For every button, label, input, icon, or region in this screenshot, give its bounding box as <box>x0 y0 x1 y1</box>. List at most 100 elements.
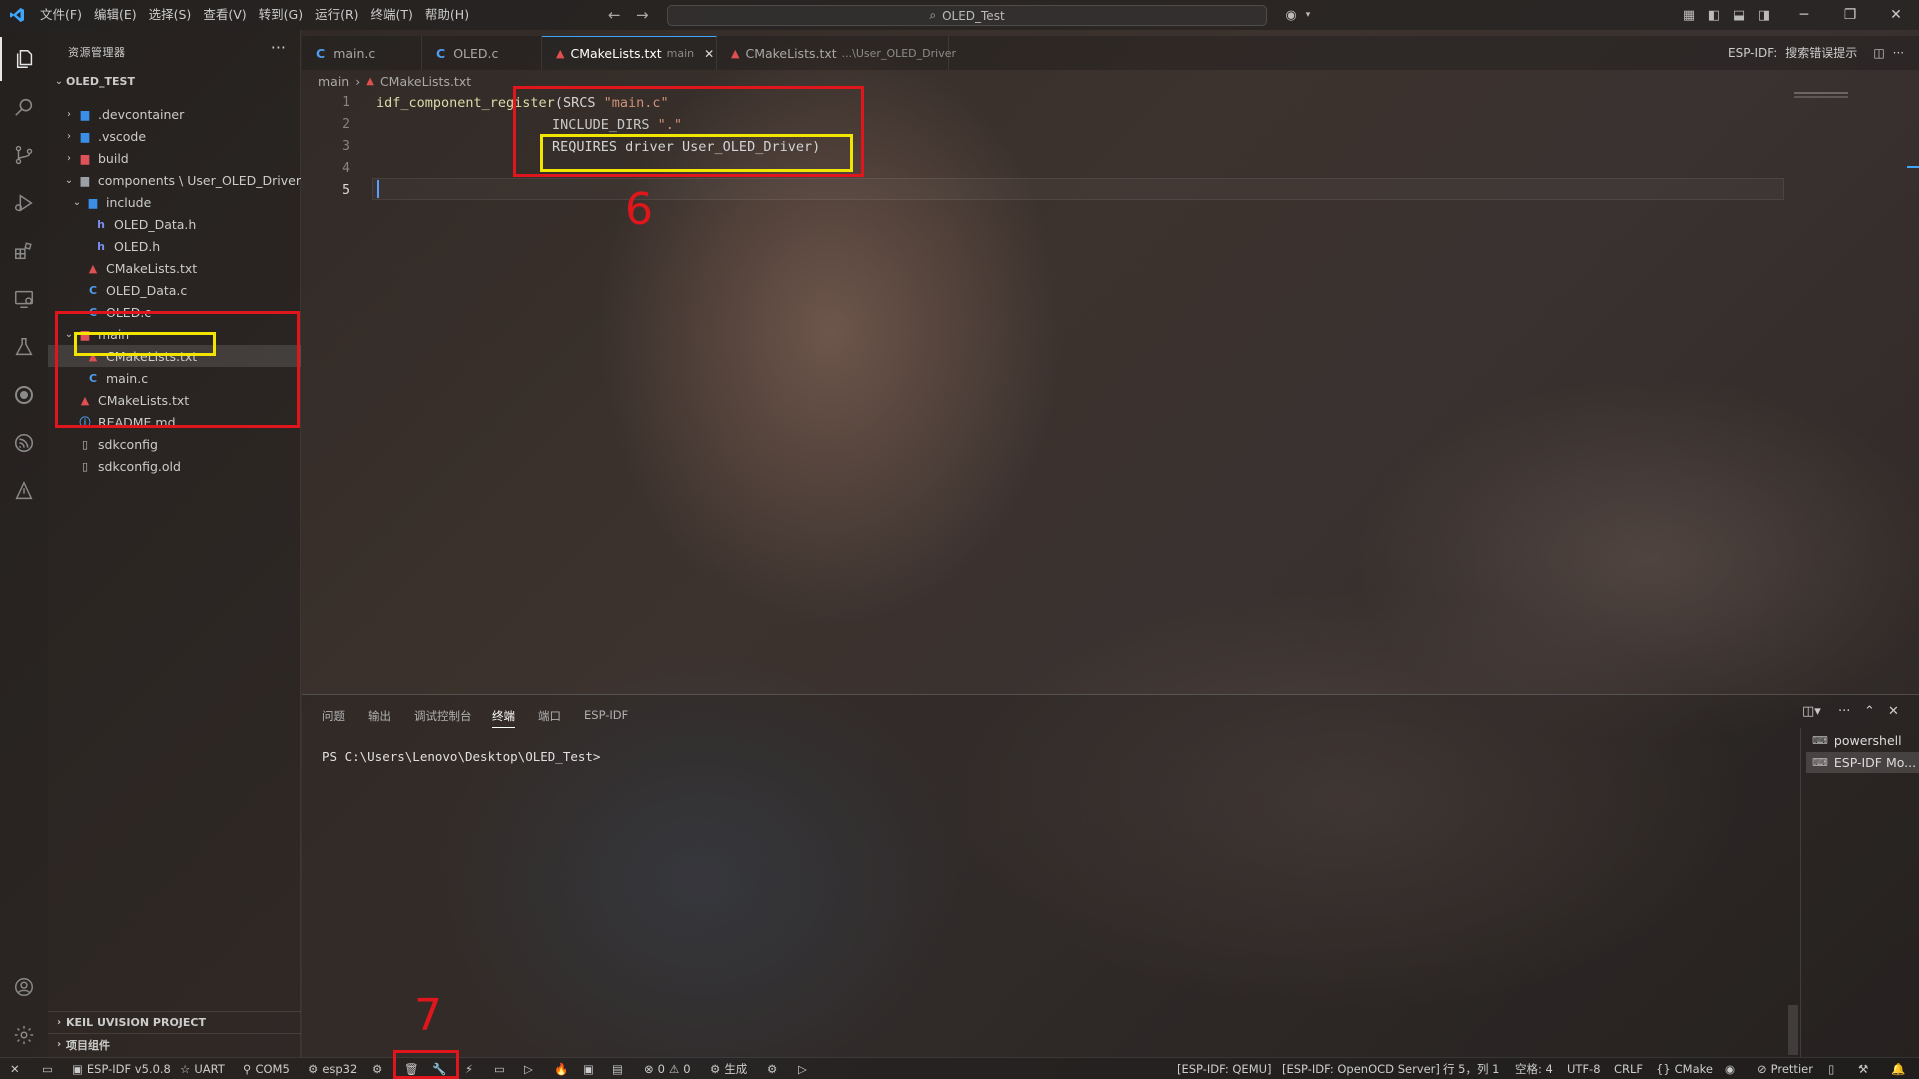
toggle-sidebar-icon[interactable]: ◧ <box>1703 5 1725 25</box>
toggle-secondary-sidebar-icon[interactable]: ◨ <box>1753 5 1775 25</box>
panel-tab-debug-console[interactable]: 调试控制台 <box>414 708 472 724</box>
menu-terminal[interactable]: 终端(T) <box>365 0 419 30</box>
custom-task-icon[interactable]: ▤ <box>612 1058 623 1079</box>
breadcrumb-folder[interactable]: main <box>318 74 349 89</box>
end-of-line[interactable]: CRLF <box>1614 1058 1643 1079</box>
close-window-icon[interactable]: ✕ <box>1873 0 1919 30</box>
tree-folder-build[interactable]: › ▆ build <box>48 147 301 169</box>
panel-tab-ports[interactable]: 端口 <box>538 708 561 724</box>
panel-scrollbar[interactable] <box>1788 1005 1798 1055</box>
close-tab-icon[interactable]: ✕ <box>704 47 714 61</box>
more-actions-icon[interactable]: ··· <box>1838 704 1850 719</box>
tree-folder-devcontainer[interactable]: › ▆ .devcontainer <box>48 103 301 125</box>
sync-icon[interactable]: ⚒ <box>1858 1058 1868 1079</box>
tree-file-cmakelists-component[interactable]: ▲ CMakeLists.txt <box>48 257 301 279</box>
settings-gear-icon[interactable]: ⚙ <box>767 1058 777 1079</box>
tree-file-oled-data-c[interactable]: C OLED_Data.c <box>48 279 301 301</box>
layout-customize-icon[interactable]: ▦ <box>1678 5 1700 25</box>
language-mode[interactable]: {} CMake <box>1656 1058 1713 1079</box>
panel-tab-terminal[interactable]: 终端 <box>492 708 515 728</box>
tree-file-oled-data-h[interactable]: h OLED_Data.h <box>48 213 301 235</box>
remote-explorer-icon[interactable] <box>0 277 48 321</box>
forward-arrow-icon[interactable]: → <box>636 6 649 24</box>
chevron-down-icon[interactable]: ▾ <box>1297 5 1319 25</box>
search-error-hint-button[interactable]: 搜索错误提示 <box>1785 44 1857 61</box>
openocd-item[interactable]: [ESP-IDF: OpenOCD Server] <box>1282 1058 1440 1079</box>
testing-icon[interactable] <box>0 325 48 369</box>
prettier-item[interactable]: ⊘ Prettier <box>1757 1058 1813 1079</box>
folder-status-icon[interactable]: ▭ <box>42 1058 53 1079</box>
maximize-panel-icon[interactable]: ⌃ <box>1864 704 1875 719</box>
panel-tab-output[interactable]: 输出 <box>368 708 391 724</box>
section-keil-project[interactable]: › KEIL UVISION PROJECT <box>48 1011 301 1033</box>
uart-item[interactable]: ☆ UART <box>180 1058 225 1079</box>
explorer-icon[interactable] <box>0 37 48 81</box>
split-terminal-icon[interactable]: ◫▾ <box>1802 704 1821 719</box>
build-flash-monitor-icon[interactable]: 🔥 <box>554 1058 568 1079</box>
target-item[interactable]: ⚙ esp32 <box>308 1058 357 1079</box>
tree-folder-components[interactable]: ⌄ ▆ components \ User_OLED_Driver <box>48 169 301 191</box>
esp-idf-explorer-icon[interactable] <box>0 373 48 417</box>
remote-indicator-icon[interactable]: ✕ <box>10 1058 20 1079</box>
menu-edit[interactable]: 编辑(E) <box>88 0 143 30</box>
notifications-bell-icon[interactable]: 🔔 <box>1891 1058 1905 1079</box>
tree-folder-vscode[interactable]: › ▆ .vscode <box>48 125 301 147</box>
tab-oled-c[interactable]: C OLED.c <box>422 36 542 70</box>
menu-file[interactable]: 文件(F) <box>34 0 88 30</box>
panel-tab-problems[interactable]: 问题 <box>322 708 345 724</box>
terminal-icon[interactable]: ▣ <box>583 1058 594 1079</box>
sdk-config-icon[interactable]: ⚙ <box>372 1058 382 1079</box>
keil-assistant-icon[interactable] <box>0 469 48 513</box>
indentation[interactable]: 空格: 4 <box>1515 1058 1553 1079</box>
close-panel-icon[interactable]: ✕ <box>1888 704 1899 719</box>
restore-icon[interactable]: ❐ <box>1827 0 1873 30</box>
minimize-icon[interactable]: ─ <box>1781 0 1827 30</box>
tree-file-sdkconfig[interactable]: ▯ sdkconfig <box>48 433 301 455</box>
extensions-icon[interactable] <box>0 229 48 273</box>
port-item[interactable]: ⚲ COM5 <box>243 1058 290 1079</box>
section-label: KEIL UVISION PROJECT <box>66 1016 206 1029</box>
panel-tab-esp-idf[interactable]: ESP-IDF <box>584 708 628 722</box>
back-arrow-icon[interactable]: ← <box>608 6 621 24</box>
command-center-search[interactable]: ⌕ OLED_Test <box>667 5 1267 26</box>
tree-file-oled-h[interactable]: h OLED.h <box>48 235 301 257</box>
menu-go[interactable]: 转到(G) <box>253 0 309 30</box>
tree-folder-include[interactable]: ⌄ ▆ include <box>48 191 301 213</box>
search-activity-icon[interactable] <box>0 85 48 129</box>
more-actions-icon[interactable]: ··· <box>1893 46 1904 60</box>
monitor-icon[interactable]: ▭ <box>494 1058 505 1079</box>
build-task-item[interactable]: ⚙ 生成 <box>710 1058 747 1079</box>
menu-selection[interactable]: 选择(S) <box>143 0 198 30</box>
problems-item[interactable]: ⊗ 0 ⚠ 0 <box>644 1058 691 1079</box>
tab-cmakelists-main[interactable]: ▲ CMakeLists.txt main ✕ <box>542 36 717 70</box>
feedback-icon[interactable]: ▯ <box>1828 1058 1834 1079</box>
source-control-icon[interactable] <box>0 133 48 177</box>
section-project-components[interactable]: › 项目组件 <box>48 1033 301 1055</box>
encoding[interactable]: UTF-8 <box>1567 1058 1601 1079</box>
breadcrumb-file[interactable]: CMakeLists.txt <box>380 74 471 89</box>
terminal-item-powershell[interactable]: ⌨ powershell <box>1806 730 1919 751</box>
more-actions-icon[interactable]: ··· <box>271 38 286 57</box>
tab-main-c[interactable]: C main.c <box>302 36 422 70</box>
accounts-icon[interactable] <box>0 965 48 1009</box>
tab-cmakelists-driver[interactable]: ▲ CMakeLists.txt ...\User_OLED_Driver <box>717 36 956 70</box>
menu-view[interactable]: 查看(V) <box>197 0 252 30</box>
qemu-item[interactable]: [ESP-IDF: QEMU] <box>1177 1058 1272 1079</box>
terminal-item-esp-idf-monitor[interactable]: ⌨ ESP-IDF Mo... <box>1806 752 1919 773</box>
terminal-prompt[interactable]: PS C:\Users\Lenovo\Desktop\OLED_Test> <box>322 749 600 764</box>
debug-icon[interactable]: ▷ <box>524 1058 533 1079</box>
cursor-position[interactable]: 行 5，列 1 <box>1443 1058 1499 1079</box>
workspace-root[interactable]: ⌄ OLED_TEST <box>48 70 301 92</box>
flash-icon[interactable]: ⚡ <box>465 1058 473 1079</box>
espressif-icon[interactable] <box>0 421 48 465</box>
run-debug-icon[interactable] <box>0 181 48 225</box>
manage-gear-icon[interactable] <box>0 1013 48 1057</box>
idf-version-item[interactable]: ▣ ESP-IDF v5.0.8 <box>72 1058 171 1079</box>
tree-file-sdkconfig-old[interactable]: ▯ sdkconfig.old <box>48 455 301 477</box>
menu-run[interactable]: 运行(R) <box>309 0 364 30</box>
split-editor-icon[interactable]: ◫ <box>1873 46 1884 60</box>
toggle-panel-icon[interactable]: ⬓ <box>1728 5 1750 25</box>
run-play-icon[interactable]: ▷ <box>798 1058 807 1079</box>
menu-help[interactable]: 帮助(H) <box>419 0 475 30</box>
copilot-status-icon[interactable]: ◉ <box>1725 1058 1735 1079</box>
